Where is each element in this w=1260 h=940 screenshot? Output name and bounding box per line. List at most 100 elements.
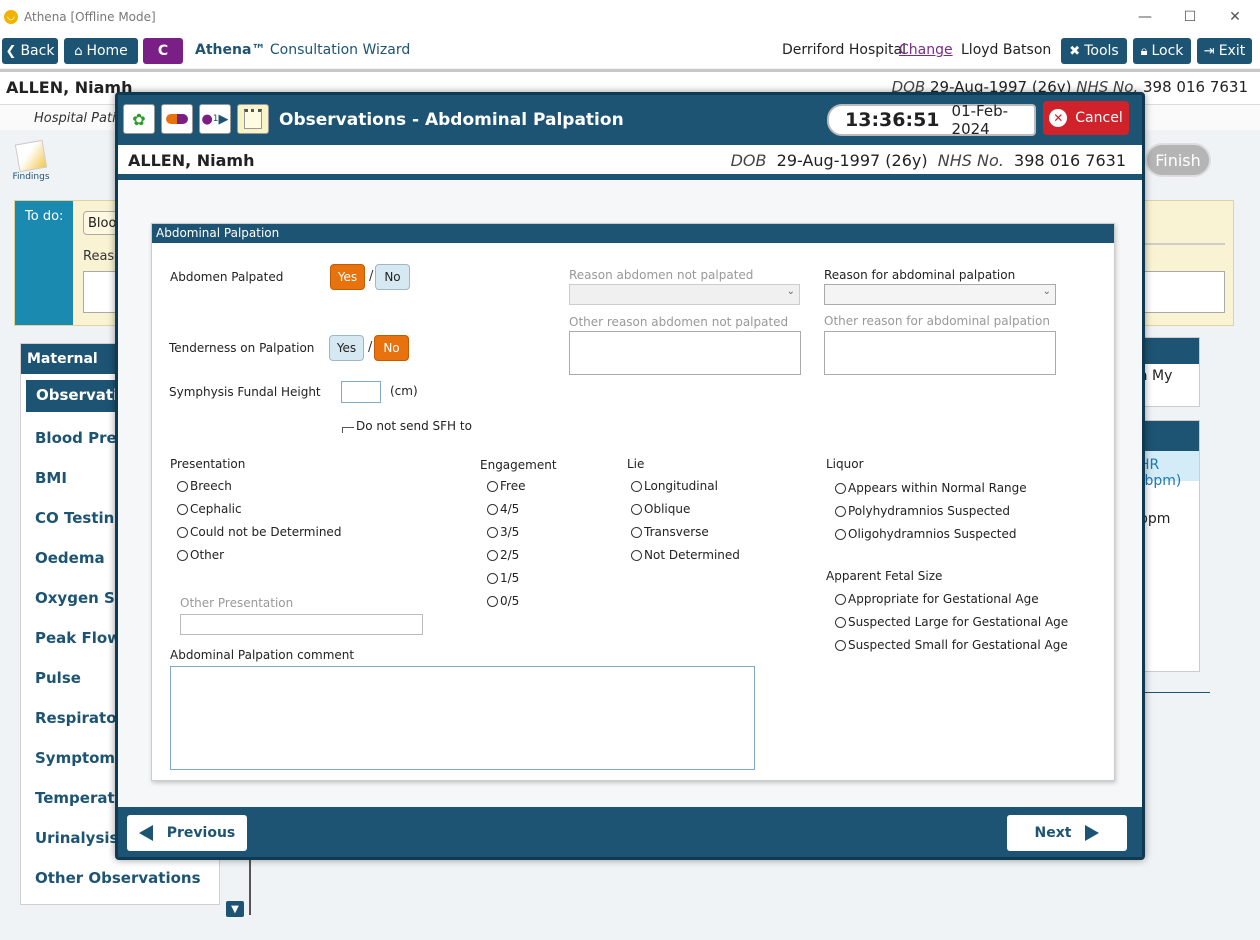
flower-icon[interactable]: ✿ xyxy=(123,104,155,134)
finish-button[interactable]: Finish xyxy=(1145,143,1211,177)
presentation-breech-radio[interactable]: Breech xyxy=(177,479,232,493)
tools-icon: ✖ xyxy=(1069,43,1081,59)
radio-icon xyxy=(487,526,498,538)
sfh-label: Symphysis Fundal Height xyxy=(169,385,321,399)
engagement-2-5-radio[interactable]: 2/5 xyxy=(487,548,519,562)
close-window-button[interactable]: ✕ xyxy=(1212,0,1258,34)
modal-title: Observations - Abdominal Palpation xyxy=(279,110,624,130)
clock-date: 01-Feb-2024 xyxy=(951,102,1009,138)
comment-label: Abdominal Palpation comment xyxy=(170,648,355,662)
engagement-4-5-radio[interactable]: 4/5 xyxy=(487,502,519,516)
radio-icon xyxy=(835,505,846,517)
chevron-down-icon: ⌄ xyxy=(1042,286,1051,297)
engagement-0-5-radio[interactable]: 0/5 xyxy=(487,594,519,608)
maternal-item-urinalysis[interactable]: Urinalysis xyxy=(35,829,118,847)
engagement-3-5-radio[interactable]: 3/5 xyxy=(487,525,519,539)
lie-oblique-radio[interactable]: Oblique xyxy=(631,502,690,516)
maternal-item-other-observations[interactable]: Other Observations xyxy=(35,869,201,887)
reason-not-palpated-select[interactable]: ⌄ xyxy=(569,284,800,305)
other-reason-for-palpation-label: Other reason for abdominal palpation xyxy=(824,314,1050,328)
engagement-label: Engagement xyxy=(480,458,557,472)
scroll-down-button[interactable]: ▼ xyxy=(226,901,244,917)
right-panel-text: a My xyxy=(1139,368,1173,384)
radio-icon xyxy=(487,572,498,584)
presentation-undetermined-radio[interactable]: Could not be Determined xyxy=(177,525,341,539)
liquor-normal-radio[interactable]: Appears within Normal Range xyxy=(835,481,1027,495)
abdominal-palpation-card: Abdominal Palpation Abdomen Palpated Yes… xyxy=(151,223,1115,781)
arrow-right-icon xyxy=(1085,825,1100,841)
presentation-other-radio[interactable]: Other xyxy=(177,548,224,562)
maternal-item-bmi[interactable]: BMI xyxy=(35,469,67,487)
notepad-icon[interactable] xyxy=(237,104,269,134)
maternal-item-oedema[interactable]: Oedema xyxy=(35,549,105,567)
radio-icon xyxy=(487,503,498,515)
maternal-item-pulse[interactable]: Pulse xyxy=(35,669,81,687)
patient-name: ALLEN, Niamh xyxy=(128,151,255,170)
findings-icon xyxy=(14,139,48,173)
close-icon: ✕ xyxy=(1049,109,1068,127)
other-reason-not-palpated-label: Other reason abdomen not palpated xyxy=(569,315,789,329)
lock-button[interactable]: 🔒︎ Lock xyxy=(1133,38,1191,64)
consultation-button[interactable]: C xyxy=(143,38,183,64)
maximize-button[interactable]: ☐ xyxy=(1167,0,1213,34)
checkbox-icon xyxy=(342,427,354,433)
pill-icon[interactable] xyxy=(161,104,193,134)
tools-button[interactable]: ✖ Tools xyxy=(1061,38,1127,64)
comment-textarea[interactable] xyxy=(170,666,755,770)
fetal-size-small-radio[interactable]: Suspected Small for Gestational Age xyxy=(835,638,1068,652)
maternal-item-co-testing[interactable]: CO Testing xyxy=(35,509,125,527)
chevron-left-icon: ❮ xyxy=(5,43,17,59)
maternal-item-peak-flow[interactable]: Peak Flow xyxy=(35,629,121,647)
next-button[interactable]: Next xyxy=(1007,815,1127,851)
people-icon[interactable]: ● 1 ▶ xyxy=(199,104,231,134)
liquor-polyhydramnios-radio[interactable]: Polyhydramnios Suspected xyxy=(835,504,1010,518)
hospital-name: Derriford Hospital xyxy=(782,42,907,58)
reason-for-palpation-select[interactable]: ⌄ xyxy=(824,284,1056,305)
divider xyxy=(1138,692,1210,693)
liquor-oligohydramnios-radio[interactable]: Oligohydramnios Suspected xyxy=(835,527,1017,541)
other-presentation-label: Other Presentation xyxy=(180,596,294,610)
other-presentation-input[interactable] xyxy=(180,614,423,635)
findings-button[interactable]: Findings xyxy=(12,139,50,182)
lie-longitudinal-radio[interactable]: Longitudinal xyxy=(631,479,718,493)
tenderness-no[interactable]: No xyxy=(374,335,409,361)
radio-icon xyxy=(177,503,188,515)
change-hospital-link[interactable]: Change xyxy=(899,42,953,58)
fetal-size-large-radio[interactable]: Suspected Large for Gestational Age xyxy=(835,615,1068,629)
patient-name: ALLEN, Niamh xyxy=(6,78,133,97)
cancel-button[interactable]: ✕ Cancel xyxy=(1043,101,1129,135)
other-reason-not-palpated-input[interactable] xyxy=(569,331,801,375)
tenderness-yes[interactable]: Yes xyxy=(329,335,364,361)
radio-icon xyxy=(835,593,846,605)
abdomen-palpated-label: Abdomen Palpated xyxy=(170,270,284,284)
hospital-patient-label: Hospital Patie xyxy=(34,111,124,126)
lie-not-determined-radio[interactable]: Not Determined xyxy=(631,548,740,562)
abdomen-palpated-yes[interactable]: Yes xyxy=(330,264,365,290)
modal-patient-banner: ALLEN, Niamh DOB 29-Aug-1997 (26y) NHS N… xyxy=(118,145,1142,177)
back-button[interactable]: ❮ Back xyxy=(2,38,58,64)
app-title: Athena™ Consultation Wizard xyxy=(195,42,411,58)
lie-label: Lie xyxy=(627,457,645,471)
abdomen-palpated-no[interactable]: No xyxy=(375,264,410,290)
other-reason-for-palpation-input[interactable] xyxy=(824,331,1056,375)
radio-icon xyxy=(835,482,846,494)
minimize-button[interactable]: — xyxy=(1122,0,1168,34)
separator: / xyxy=(368,340,373,355)
sfh-input[interactable] xyxy=(341,381,381,403)
previous-button[interactable]: Previous xyxy=(127,815,247,851)
engagement-1-5-radio[interactable]: 1/5 xyxy=(487,571,519,585)
home-button[interactable]: ⌂ Home xyxy=(64,38,138,64)
lie-transverse-radio[interactable]: Transverse xyxy=(631,525,709,539)
modal-toolbar: ✿ ● 1 ▶ Observations - Abdominal Palpation… xyxy=(118,95,1142,145)
exit-button[interactable]: ⇥ Exit xyxy=(1197,38,1252,64)
do-not-send-sfh-checkbox[interactable]: Do not send SFH to xyxy=(342,419,472,433)
radio-icon xyxy=(835,639,846,651)
fetal-size-appropriate-radio[interactable]: Appropriate for Gestational Age xyxy=(835,592,1039,606)
right-panel-2: HR (bpm) bpm xyxy=(1138,420,1200,672)
modal-body: Abdominal Palpation Abdomen Palpated Yes… xyxy=(118,180,1142,807)
window-titlebar: ◡ Athena [Offline Mode] xyxy=(0,0,1260,34)
maternal-item-symptoms[interactable]: Symptoms xyxy=(35,749,124,767)
presentation-cephalic-radio[interactable]: Cephalic xyxy=(177,502,242,516)
radio-icon xyxy=(631,526,642,538)
engagement-free-radio[interactable]: Free xyxy=(487,479,525,493)
